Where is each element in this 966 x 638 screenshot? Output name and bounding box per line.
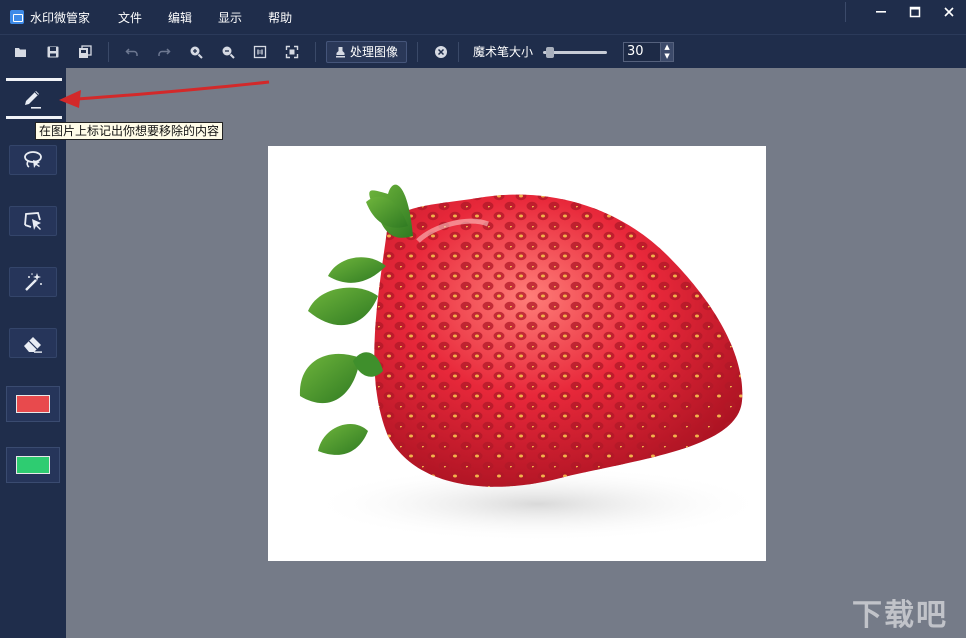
primary-color-swatch (16, 395, 50, 413)
toolbar: 处理图像 魔术笔大小 ▲ ▼ (0, 34, 966, 68)
toolbar-divider (417, 41, 419, 62)
actual-size-icon (253, 45, 267, 58)
menu-view[interactable]: 显示 (218, 9, 242, 26)
spin-down-button[interactable]: ▼ (661, 51, 674, 61)
magic-wand-tool-button[interactable] (9, 267, 57, 297)
process-image-label: 处理图像 (350, 45, 399, 59)
save-icon (47, 46, 59, 57)
redo-button[interactable] (151, 41, 177, 63)
eraser-tool-button[interactable] (9, 328, 57, 358)
active-tool-indicator-top (6, 78, 62, 81)
eraser-icon (24, 337, 42, 353)
spin-arrows: ▲ ▼ (661, 41, 675, 62)
open-folder-icon (15, 47, 26, 57)
clear-button[interactable] (428, 41, 454, 63)
slider-handle[interactable] (546, 46, 555, 58)
process-image-button[interactable]: 处理图像 (326, 40, 408, 63)
menu-edit[interactable]: 编辑 (168, 9, 192, 26)
watermark-logo: 下载吧 (852, 598, 948, 633)
stamp-icon (336, 46, 345, 57)
window-controls (864, 0, 966, 26)
brush-size-input[interactable] (623, 41, 662, 62)
save-button[interactable] (40, 41, 66, 63)
annotation-arrow (59, 80, 270, 108)
save-as-button[interactable] (72, 41, 98, 63)
minimize-icon (876, 11, 886, 13)
zoom-in-button[interactable] (183, 41, 209, 63)
secondary-color-picker[interactable] (6, 447, 60, 483)
polygon-select-tool-button[interactable] (9, 206, 57, 236)
lasso-icon (24, 151, 42, 168)
window-controls-divider (845, 2, 846, 22)
fit-window-button[interactable] (279, 41, 305, 63)
undo-icon (125, 47, 138, 56)
toolbar-divider (315, 41, 316, 62)
app-title: 水印微管家 (30, 10, 91, 25)
minimize-button[interactable] (864, 0, 898, 24)
polygon-select-icon (24, 212, 41, 230)
save-as-icon (79, 44, 92, 58)
clear-circle-icon (435, 45, 448, 58)
brush-size-label: 魔术笔大小 (473, 45, 534, 59)
maximize-button[interactable] (898, 0, 932, 24)
zoom-in-icon (190, 46, 203, 59)
close-button[interactable] (932, 0, 966, 24)
menu-file[interactable]: 文件 (118, 9, 142, 26)
brush-size-slider[interactable] (543, 42, 608, 62)
tool-tooltip: 在图片上标记出你想要移除的内容 (35, 122, 224, 140)
toolbar-divider (458, 41, 460, 62)
pen-icon (25, 91, 41, 109)
strawberry-image (299, 184, 766, 542)
app-logo-icon (10, 10, 24, 24)
spin-up-button[interactable]: ▲ (661, 42, 674, 52)
title-bar: 水印微管家 文件 编辑 显示 帮助 (0, 0, 966, 34)
toolbar-divider (108, 41, 109, 62)
active-tool-indicator-bottom (6, 116, 62, 119)
magic-wand-icon (25, 273, 42, 291)
fit-window-icon (285, 45, 299, 58)
redo-icon (158, 47, 171, 56)
zoom-out-button[interactable] (215, 41, 241, 63)
lasso-tool-button[interactable] (9, 145, 57, 175)
menu-help[interactable]: 帮助 (268, 9, 292, 26)
maximize-icon (909, 6, 921, 18)
actual-size-button[interactable] (247, 41, 273, 63)
pen-tool-button[interactable] (9, 84, 57, 114)
tool-sidebar (0, 68, 66, 638)
brush-size-spinbox: ▲ ▼ (623, 41, 675, 62)
close-icon (944, 7, 954, 17)
zoom-out-icon (222, 46, 235, 59)
undo-button[interactable] (119, 41, 145, 63)
primary-color-picker[interactable] (6, 386, 60, 422)
open-button[interactable] (8, 41, 34, 63)
menu-bar: 文件 编辑 显示 帮助 (118, 9, 318, 26)
canvas-image[interactable] (268, 146, 766, 561)
secondary-color-swatch (16, 456, 50, 474)
